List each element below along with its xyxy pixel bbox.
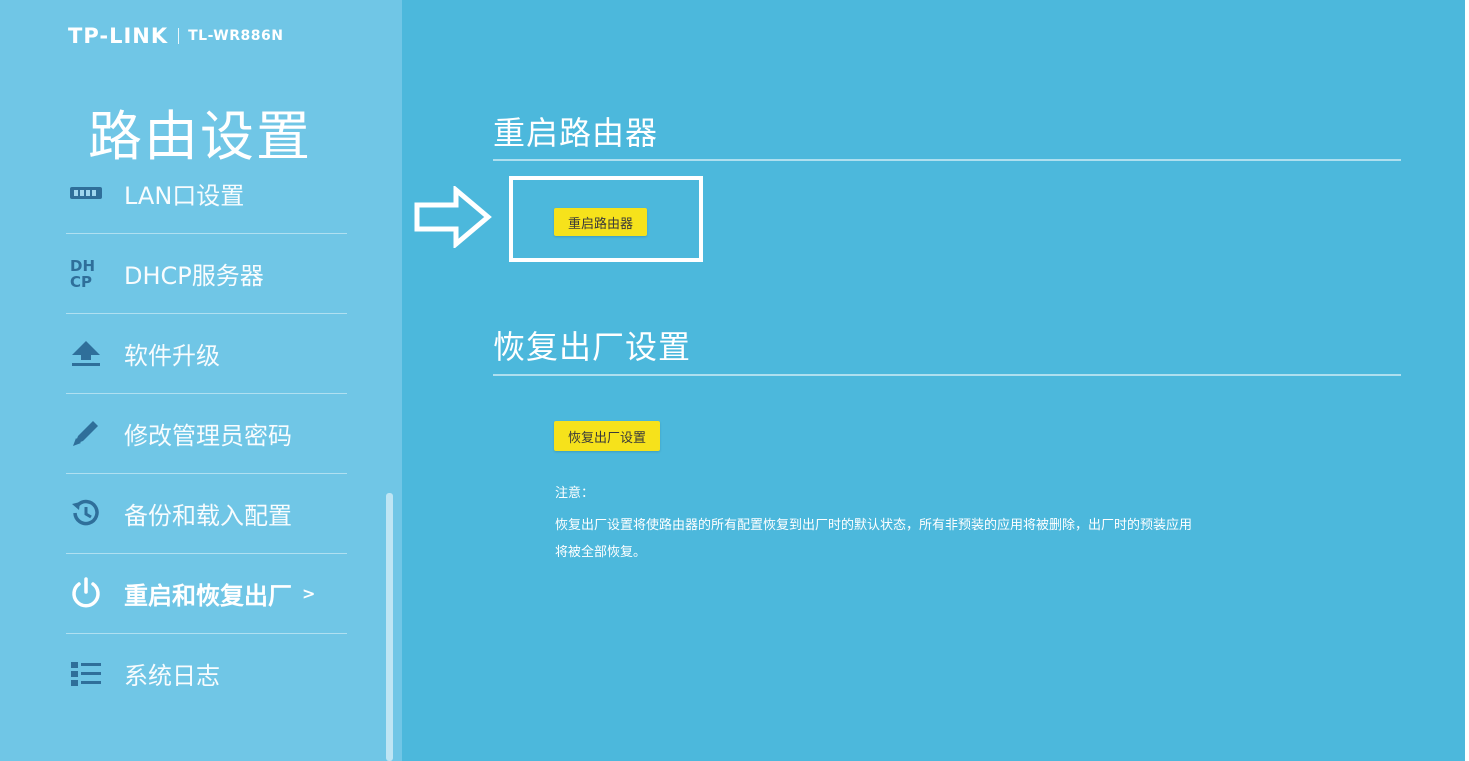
sidebar-item-dhcp[interactable]: DH CP DHCP服务器 — [66, 233, 347, 314]
brand-header: TP-LINK TL-WR886N — [68, 22, 283, 50]
sidebar-item-admin-password[interactable]: 修改管理员密码 — [66, 393, 347, 474]
brand-logo: TP-LINK — [68, 24, 169, 48]
note-text-line2: 将被全部恢复。 — [555, 545, 647, 560]
factory-reset-button[interactable]: 恢复出厂设置 — [554, 421, 661, 451]
svg-text:CP: CP — [70, 273, 92, 290]
pencil-icon — [66, 415, 106, 451]
arrow-right-icon — [414, 186, 492, 248]
sidebar-item-label: 备份和载入配置 — [124, 501, 292, 530]
sidebar-item-label: 修改管理员密码 — [124, 421, 292, 450]
sidebar: TP-LINK TL-WR886N 路由设置 LAN口设置 DH CP DHCP… — [0, 0, 402, 761]
main-content: 重启路由器 重启路由器 恢复出厂设置 恢复出厂设置 注意： 恢复出厂设置将使路由… — [402, 0, 1465, 761]
factory-reset-section-title: 恢复出厂设置 — [493, 328, 692, 366]
upload-icon — [66, 335, 106, 371]
divider — [493, 159, 1401, 161]
sidebar-item-firmware-upgrade[interactable]: 软件升级 — [66, 313, 347, 394]
sidebar-item-label: 系统日志 — [124, 661, 220, 690]
lan-port-icon — [66, 175, 106, 211]
sidebar-scrollbar[interactable] — [386, 493, 393, 761]
sidebar-item-backup-config[interactable]: 备份和载入配置 — [66, 473, 347, 554]
sidebar-item-reboot-reset[interactable]: 重启和恢复出厂 > — [66, 553, 347, 634]
model-name: TL-WR886N — [188, 28, 284, 44]
sidebar-item-label: DHCP服务器 — [124, 261, 264, 290]
backup-restore-icon — [66, 495, 106, 531]
sidebar-item-system-log[interactable]: 系统日志 — [66, 633, 347, 713]
sidebar-item-label: 重启和恢复出厂 — [124, 581, 292, 610]
chevron-right-icon: > — [302, 583, 316, 603]
reboot-button[interactable]: 重启路由器 — [554, 208, 648, 236]
sidebar-item-lan[interactable]: LAN口设置 — [66, 153, 347, 234]
dhcp-icon: DH CP — [66, 255, 106, 291]
power-icon — [66, 575, 106, 611]
sidebar-item-label: 软件升级 — [124, 341, 220, 370]
note-label: 注意： — [555, 486, 595, 501]
sidebar-item-label: LAN口设置 — [124, 181, 245, 210]
list-icon — [66, 655, 106, 691]
divider — [493, 374, 1401, 376]
note-text-line1: 恢复出厂设置将使路由器的所有配置恢复到出厂时的默认状态，所有非预装的应用将被删除… — [555, 518, 1193, 533]
brand-divider — [178, 28, 180, 44]
reboot-section-title: 重启路由器 — [493, 114, 659, 152]
app-window: TP-LINK TL-WR886N 路由设置 LAN口设置 DH CP DHCP… — [0, 0, 1465, 761]
